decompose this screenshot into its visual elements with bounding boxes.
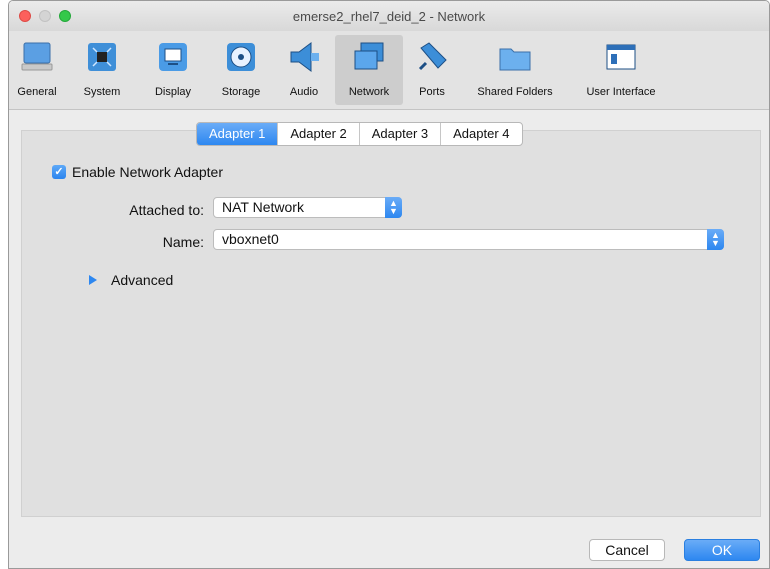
system-icon <box>85 40 119 74</box>
select-arrows-icon: ▲ ▼ <box>385 197 402 218</box>
toolbar-ports[interactable]: Ports <box>409 35 455 105</box>
ok-button[interactable]: OK <box>684 539 760 561</box>
toolbar-shared-folders-label: Shared Folders <box>477 86 553 98</box>
settings-window: emerse2_rhel7_deid_2 - Network General S… <box>8 0 770 569</box>
tab-adapter-1[interactable]: Adapter 1 <box>197 123 278 145</box>
toolbar-user-interface[interactable]: User Interface <box>575 35 667 105</box>
user-interface-icon <box>604 40 638 74</box>
name-label: Name: <box>162 234 204 250</box>
settings-toolbar: General System Display Storage Audio Net… <box>9 31 769 110</box>
attached-to-label: Attached to: <box>129 202 204 218</box>
toolbar-storage-label: Storage <box>221 86 261 98</box>
display-icon <box>156 40 190 74</box>
tab-adapter-4[interactable]: Adapter 4 <box>440 123 521 145</box>
advanced-label: Advanced <box>111 272 174 288</box>
select-arrows-icon: ▲ ▼ <box>707 229 724 250</box>
attached-to-select[interactable]: NAT Network ▲ ▼ <box>213 197 402 218</box>
cancel-button[interactable]: Cancel <box>589 539 665 561</box>
toolbar-audio[interactable]: Audio <box>281 35 327 105</box>
shared-folders-icon <box>498 40 532 74</box>
title-bar: emerse2_rhel7_deid_2 - Network <box>9 1 769 31</box>
enable-adapter-checkbox[interactable]: ✓ <box>52 165 66 179</box>
tab-adapter-2[interactable]: Adapter 2 <box>277 123 358 145</box>
adapter-tabs: Adapter 1 Adapter 2 Adapter 3 Adapter 4 <box>196 122 523 146</box>
toolbar-system[interactable]: System <box>77 35 127 105</box>
toolbar-audio-label: Audio <box>289 86 319 98</box>
name-value: vboxnet0 <box>222 231 279 247</box>
toolbar-display[interactable]: Display <box>147 35 199 105</box>
name-select[interactable]: vboxnet0 ▲ ▼ <box>213 229 724 250</box>
toolbar-ports-label: Ports <box>419 86 445 98</box>
storage-icon <box>224 40 258 74</box>
disclosure-triangle-icon <box>89 275 97 285</box>
audio-icon <box>287 40 321 74</box>
toolbar-storage[interactable]: Storage <box>215 35 267 105</box>
enable-adapter-row: ✓ Enable Network Adapter <box>52 164 223 180</box>
window-title: emerse2_rhel7_deid_2 - Network <box>292 9 486 24</box>
general-icon <box>20 40 54 74</box>
toolbar-display-label: Display <box>154 86 192 98</box>
adapter-panel <box>21 130 761 517</box>
tab-adapter-3[interactable]: Adapter 3 <box>358 123 440 145</box>
ports-icon <box>415 40 449 74</box>
toolbar-shared-folders[interactable]: Shared Folders <box>465 35 565 105</box>
network-icon <box>352 40 386 74</box>
toolbar-network[interactable]: Network <box>335 35 403 105</box>
toolbar-general[interactable]: General <box>11 35 63 105</box>
toolbar-network-label: Network <box>348 86 390 98</box>
enable-adapter-label: Enable Network Adapter <box>72 164 223 180</box>
toolbar-system-label: System <box>83 86 121 98</box>
attached-to-value: NAT Network <box>222 199 304 215</box>
toolbar-general-label: General <box>17 86 57 98</box>
advanced-disclosure[interactable]: Advanced <box>89 272 173 288</box>
toolbar-user-interface-label: User Interface <box>586 86 656 98</box>
